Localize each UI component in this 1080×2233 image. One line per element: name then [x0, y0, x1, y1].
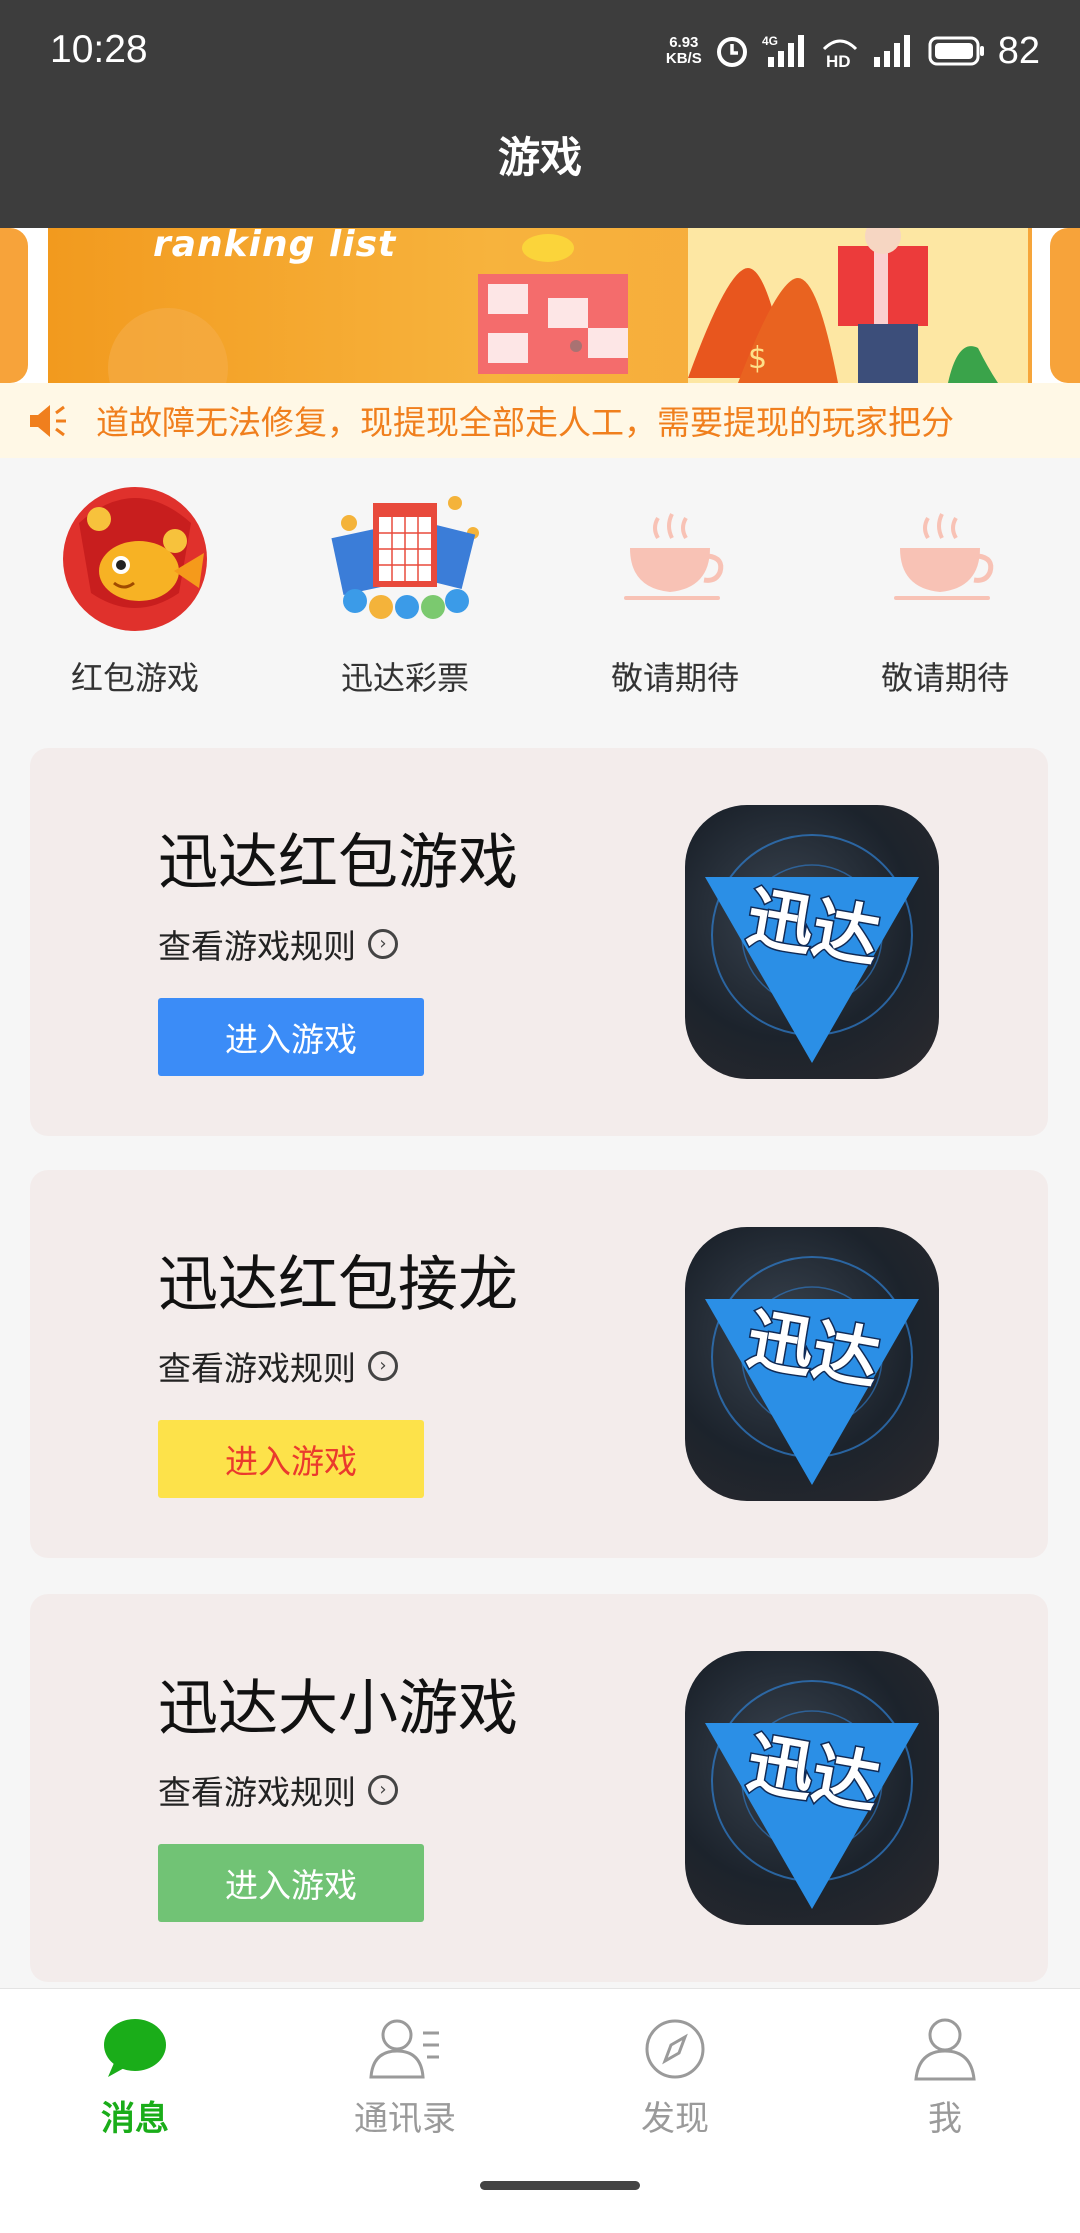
nav-label: 消息 — [101, 2099, 169, 2139]
battery-icon — [928, 36, 984, 66]
game-card: 迅达红包游戏 查看游戏规则 › 进入游戏 迅达 — [30, 748, 1048, 1136]
page-title: 游戏 — [497, 133, 582, 182]
person-icon — [914, 2018, 976, 2081]
quick-item-lottery[interactable]: 迅达彩票 — [270, 458, 540, 703]
svg-text:4G: 4G — [762, 34, 778, 48]
xunda-logo-icon: 迅达 — [705, 834, 919, 1063]
contacts-icon — [369, 2019, 439, 2079]
bottom-navigation: 消息 通讯录 发现 我 — [0, 1988, 1080, 2233]
battery-level: 82 — [997, 29, 1040, 72]
status-icons: 6.93 KB/S 4G HD 82 — [666, 26, 1040, 76]
tab-discover[interactable]: 发现 — [540, 1989, 810, 2139]
enter-game-button[interactable]: 进入游戏 — [158, 1420, 424, 1498]
nav-label: 通讯录 — [354, 2099, 456, 2139]
tab-me[interactable]: 我 — [810, 1989, 1080, 2139]
coffee-cup-icon — [624, 513, 724, 600]
red-packet-fish-icon — [63, 487, 207, 631]
svg-text:$: $ — [748, 341, 767, 376]
notice-bar[interactable]: 道故障无法修复，现提现全部走人工，需要提现的玩家把分 — [0, 383, 1080, 458]
network-speed: 6.93 KB/S — [665, 34, 702, 67]
signal-bars-icon — [873, 35, 910, 67]
game-title: 迅达红包游戏 — [158, 828, 518, 898]
enter-game-button[interactable]: 进入游戏 — [158, 998, 424, 1076]
compass-icon — [645, 2019, 705, 2079]
nav-label: 我 — [928, 2099, 962, 2139]
game-title: 迅达大小游戏 — [158, 1674, 518, 1744]
top-bar: 10:28 6.93 KB/S 4G HD 82 游戏 — [0, 0, 1080, 228]
game-rules-link[interactable]: 查看游戏规则 › — [158, 1342, 398, 1390]
banner-slide[interactable]: ranking list $ — [48, 228, 1032, 383]
chevron-right-icon: › — [368, 1351, 398, 1381]
quick-label: 红包游戏 — [70, 659, 199, 697]
quick-item-coming-soon-2[interactable]: 敬请期待 — [810, 458, 1080, 703]
speaker-icon — [30, 405, 66, 437]
game-card: 迅达红包接龙 查看游戏规则 › 进入游戏 迅达 — [30, 1170, 1048, 1558]
signal-4g-icon: 4G — [762, 34, 804, 67]
xunda-logo-icon: 迅达 — [705, 1256, 919, 1485]
xunda-logo-icon: 迅达 — [705, 1680, 919, 1909]
banner-prev-slide — [0, 228, 28, 383]
banner-carousel[interactable]: ranking list $ — [0, 228, 1080, 383]
rules-label: 查看游戏规则 — [158, 927, 356, 966]
quick-menu: 红包游戏 迅达彩票 敬请期待 敬请期待 — [0, 458, 1080, 703]
banner-next-slide — [1050, 228, 1080, 383]
quick-label: 敬请期待 — [610, 659, 739, 697]
game-logo[interactable]: 迅达 — [685, 1227, 939, 1501]
rules-label: 查看游戏规则 — [158, 1773, 356, 1812]
chevron-right-icon: › — [368, 1775, 398, 1805]
game-logo[interactable]: 迅达 — [685, 1651, 939, 1925]
carousel-indicator — [570, 340, 582, 352]
notice-text: 道故障无法修复，现提现全部走人工，需要提现的玩家把分 — [96, 403, 954, 442]
chat-bubble-icon — [104, 2019, 166, 2077]
status-time: 10:28 — [50, 28, 148, 71]
tab-messages[interactable]: 消息 — [0, 1989, 270, 2139]
enter-game-button[interactable]: 进入游戏 — [158, 1844, 424, 1922]
quick-item-red-packet[interactable]: 红包游戏 — [0, 458, 270, 703]
bingo-lottery-icon — [331, 496, 479, 619]
game-title: 迅达红包接龙 — [158, 1250, 518, 1320]
banner-illustration: $ — [108, 228, 1028, 383]
game-logo[interactable]: 迅达 — [685, 805, 939, 1079]
game-rules-link[interactable]: 查看游戏规则 › — [158, 1766, 398, 1814]
nav-label: 发现 — [641, 2099, 709, 2139]
quick-item-coming-soon-1[interactable]: 敬请期待 — [540, 458, 810, 703]
tab-contacts[interactable]: 通讯录 — [270, 1989, 540, 2139]
home-indicator[interactable] — [480, 2181, 640, 2190]
alarm-icon — [716, 37, 747, 67]
chevron-right-icon: › — [368, 929, 398, 959]
quick-label: 迅达彩票 — [340, 659, 469, 697]
game-rules-link[interactable]: 查看游戏规则 › — [158, 920, 398, 968]
rules-label: 查看游戏规则 — [158, 1349, 356, 1388]
game-card: 迅达大小游戏 查看游戏规则 › 进入游戏 迅达 — [30, 1594, 1048, 1982]
hd-signal-icon: HD — [822, 39, 857, 69]
svg-text:HD: HD — [826, 52, 851, 69]
coffee-cup-icon — [894, 513, 994, 600]
quick-label: 敬请期待 — [880, 659, 1009, 697]
